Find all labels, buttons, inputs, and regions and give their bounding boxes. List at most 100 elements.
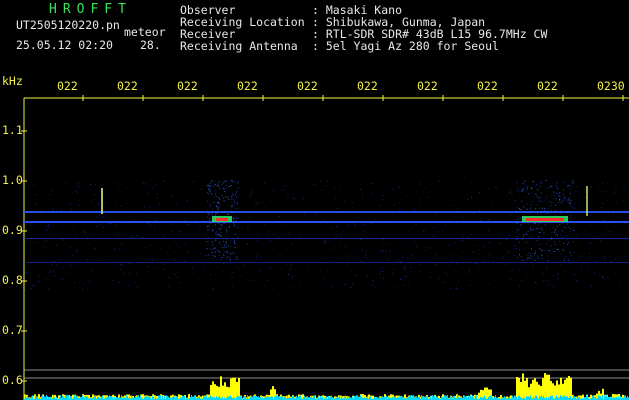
noise-dot [414, 241, 416, 243]
noise-dot [142, 182, 144, 184]
noise-dot [508, 277, 510, 279]
noise-dot [508, 192, 510, 194]
noise-dot [412, 227, 413, 228]
noise-dot [288, 233, 290, 235]
noise-dot [53, 271, 55, 273]
noise-dot [157, 267, 159, 269]
echo-dot [539, 223, 541, 225]
echo-dot [226, 230, 228, 232]
noise-dot [146, 183, 148, 185]
echo-dot [526, 203, 528, 205]
floor-bar [65, 395, 66, 400]
noise-dot [106, 192, 108, 194]
noise-dot [273, 234, 275, 236]
noise-dot [553, 195, 555, 197]
noise-dot [32, 223, 34, 225]
echo-dot [206, 254, 208, 256]
echo-dot [223, 222, 225, 224]
carrier-line-faint [24, 262, 629, 263]
floor-bar [367, 395, 368, 400]
noise-dot [114, 224, 116, 226]
floor-bar [379, 395, 380, 400]
echo-dot [208, 185, 210, 187]
noise-dot [607, 277, 609, 279]
floor-bar [624, 396, 625, 400]
echo-dot [225, 243, 227, 245]
floor-bar [445, 395, 446, 400]
floor-bar [240, 396, 241, 400]
noise-dot [306, 268, 308, 270]
noise-dot [171, 273, 173, 275]
noise-dot [148, 186, 150, 188]
floor-bar [68, 395, 69, 400]
noise-dot [113, 248, 115, 250]
noise-dot [172, 205, 174, 207]
noise-dot [118, 196, 120, 198]
noise-dot [551, 209, 552, 211]
noise-dot [129, 263, 130, 265]
noise-dot [125, 203, 127, 205]
floor-bar [281, 395, 282, 400]
echo-dot [544, 213, 546, 215]
noise-dot [125, 187, 127, 189]
floor-bar [345, 395, 346, 400]
echo-dot [231, 206, 233, 208]
echo-dot [210, 203, 211, 205]
echo-dot [522, 259, 524, 261]
floor-bar [285, 396, 286, 400]
noise-dot [601, 276, 603, 278]
noise-dot [515, 185, 517, 187]
noise-dot [116, 281, 118, 283]
noise-dot [374, 218, 376, 220]
noise-dot [398, 187, 400, 189]
echo-dot [218, 243, 220, 245]
short-echo [586, 186, 588, 216]
noise-dot [538, 243, 540, 245]
noise-dot [588, 252, 590, 254]
echo-dot [232, 193, 234, 195]
echo-dot [210, 249, 212, 251]
noise-dot [327, 227, 329, 229]
floor-bar [275, 396, 276, 400]
floor-bar [401, 395, 402, 400]
floor-bar [85, 396, 86, 400]
echo-dot [228, 186, 230, 188]
noise-dot [193, 272, 195, 274]
noise-dot [407, 285, 409, 287]
echo-dot [227, 214, 229, 215]
floor-bar [490, 395, 491, 400]
noise-dot [486, 188, 488, 190]
noise-dot [344, 191, 345, 193]
amp-bar [516, 377, 518, 400]
floor-bar [561, 395, 562, 400]
echo-dot [536, 195, 538, 197]
noise-dot [40, 212, 42, 214]
echo-dot [220, 232, 222, 234]
echo-dot [228, 225, 230, 227]
noise-dot [444, 272, 446, 274]
echo-dot [218, 235, 220, 237]
noise-dot [522, 263, 524, 265]
noise-dot [364, 180, 366, 182]
noise-dot [404, 267, 406, 269]
noise-dot [298, 234, 300, 236]
floor-bar [304, 395, 305, 400]
noise-dot [283, 283, 285, 285]
noise-dot [458, 197, 460, 198]
echo-dot [214, 193, 216, 195]
echo-dot [208, 193, 210, 195]
noise-dot [265, 223, 267, 225]
echo-dot [207, 200, 208, 202]
echo-dot [227, 196, 229, 198]
echo-dot [212, 181, 214, 183]
echo-dot [211, 208, 213, 210]
noise-dot [171, 195, 172, 197]
noise-dot [399, 260, 401, 262]
echo-dot [212, 186, 214, 188]
floor-bar [27, 396, 28, 400]
noise-dot [479, 249, 481, 251]
floor-bar [146, 396, 147, 400]
floor-bar [206, 395, 207, 400]
echo-dot [535, 208, 537, 210]
noise-dot [390, 250, 392, 252]
